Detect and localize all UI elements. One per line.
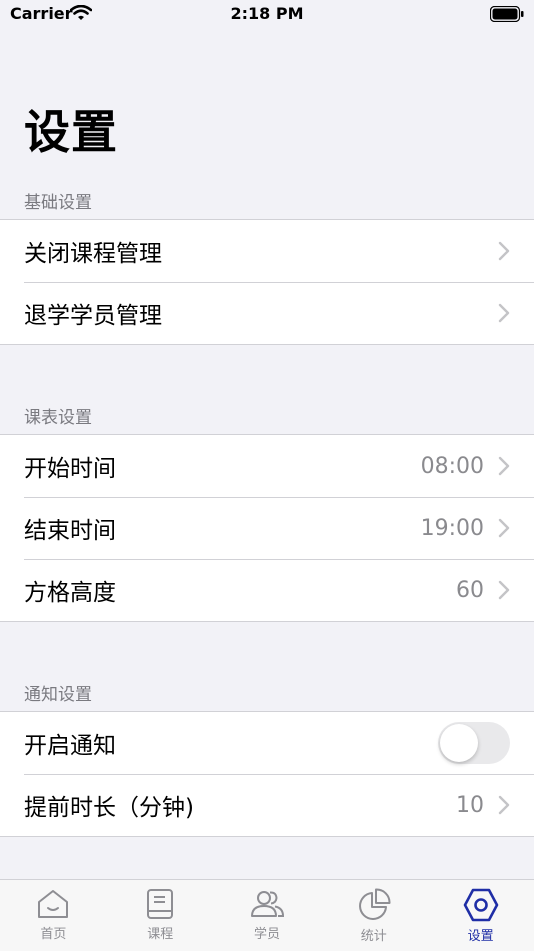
status-time: 2:18 PM bbox=[230, 4, 304, 23]
toggle-knob bbox=[440, 724, 478, 762]
row-start-time[interactable]: 开始时间 08:00 bbox=[0, 435, 534, 497]
tab-bar: 首页 课程 学员 统计 设置 bbox=[0, 879, 534, 951]
section-header-notification: 通知设置 bbox=[24, 685, 92, 705]
row-cell-height[interactable]: 方格高度 60 bbox=[0, 559, 534, 621]
chevron-right-icon bbox=[498, 456, 510, 476]
row-label: 退学学员管理 bbox=[24, 303, 162, 329]
tab-label: 学员 bbox=[253, 927, 280, 942]
pie-chart-icon bbox=[358, 888, 391, 920]
row-value: 60 bbox=[456, 577, 484, 603]
tab-label: 设置 bbox=[467, 929, 494, 944]
chevron-right-icon bbox=[498, 580, 510, 600]
chevron-right-icon bbox=[498, 518, 510, 538]
row-label: 关闭课程管理 bbox=[24, 241, 162, 267]
tab-students[interactable]: 学员 bbox=[214, 880, 321, 951]
section-header-basic: 基础设置 bbox=[24, 193, 92, 213]
chevron-right-icon bbox=[498, 303, 510, 323]
book-icon bbox=[147, 889, 174, 919]
notification-toggle[interactable] bbox=[438, 722, 510, 764]
row-label: 方格高度 bbox=[24, 580, 116, 606]
home-icon bbox=[38, 890, 69, 918]
section-header-schedule: 课表设置 bbox=[24, 408, 92, 428]
chevron-right-icon bbox=[498, 795, 510, 815]
hexagon-settings-icon bbox=[463, 888, 498, 922]
group-basic: 关闭课程管理 退学学员管理 bbox=[0, 219, 534, 345]
row-dropout-student-management[interactable]: 退学学员管理 bbox=[0, 282, 534, 344]
row-end-time[interactable]: 结束时间 19:00 bbox=[0, 497, 534, 559]
row-value: 08:00 bbox=[420, 453, 484, 479]
row-label: 结束时间 bbox=[24, 518, 116, 544]
row-value: 19:00 bbox=[420, 515, 484, 541]
tab-settings[interactable]: 设置 bbox=[427, 880, 534, 951]
tab-label: 课程 bbox=[147, 927, 174, 942]
tab-label: 首页 bbox=[40, 927, 67, 942]
group-notification: 开启通知 提前时长（分钟) 10 bbox=[0, 711, 534, 837]
tab-home[interactable]: 首页 bbox=[0, 880, 107, 951]
row-label: 开启通知 bbox=[24, 733, 116, 759]
row-label: 开始时间 bbox=[24, 456, 116, 482]
row-enable-notification: 开启通知 bbox=[0, 712, 534, 774]
row-label: 提前时长（分钟) bbox=[24, 795, 194, 821]
battery-icon bbox=[489, 5, 524, 26]
tab-label: 统计 bbox=[360, 929, 387, 944]
row-value: 10 bbox=[456, 792, 484, 818]
chevron-right-icon bbox=[498, 241, 510, 261]
status-bar: Carrier 2:18 PM bbox=[0, 0, 534, 30]
tab-statistics[interactable]: 统计 bbox=[320, 880, 427, 951]
row-advance-duration[interactable]: 提前时长（分钟) 10 bbox=[0, 774, 534, 836]
people-icon bbox=[250, 891, 284, 917]
tab-courses[interactable]: 课程 bbox=[107, 880, 214, 951]
page-title: 设置 bbox=[24, 105, 118, 159]
row-close-course-management[interactable]: 关闭课程管理 bbox=[0, 220, 534, 282]
group-schedule: 开始时间 08:00 结束时间 19:00 方格高度 60 bbox=[0, 434, 534, 622]
